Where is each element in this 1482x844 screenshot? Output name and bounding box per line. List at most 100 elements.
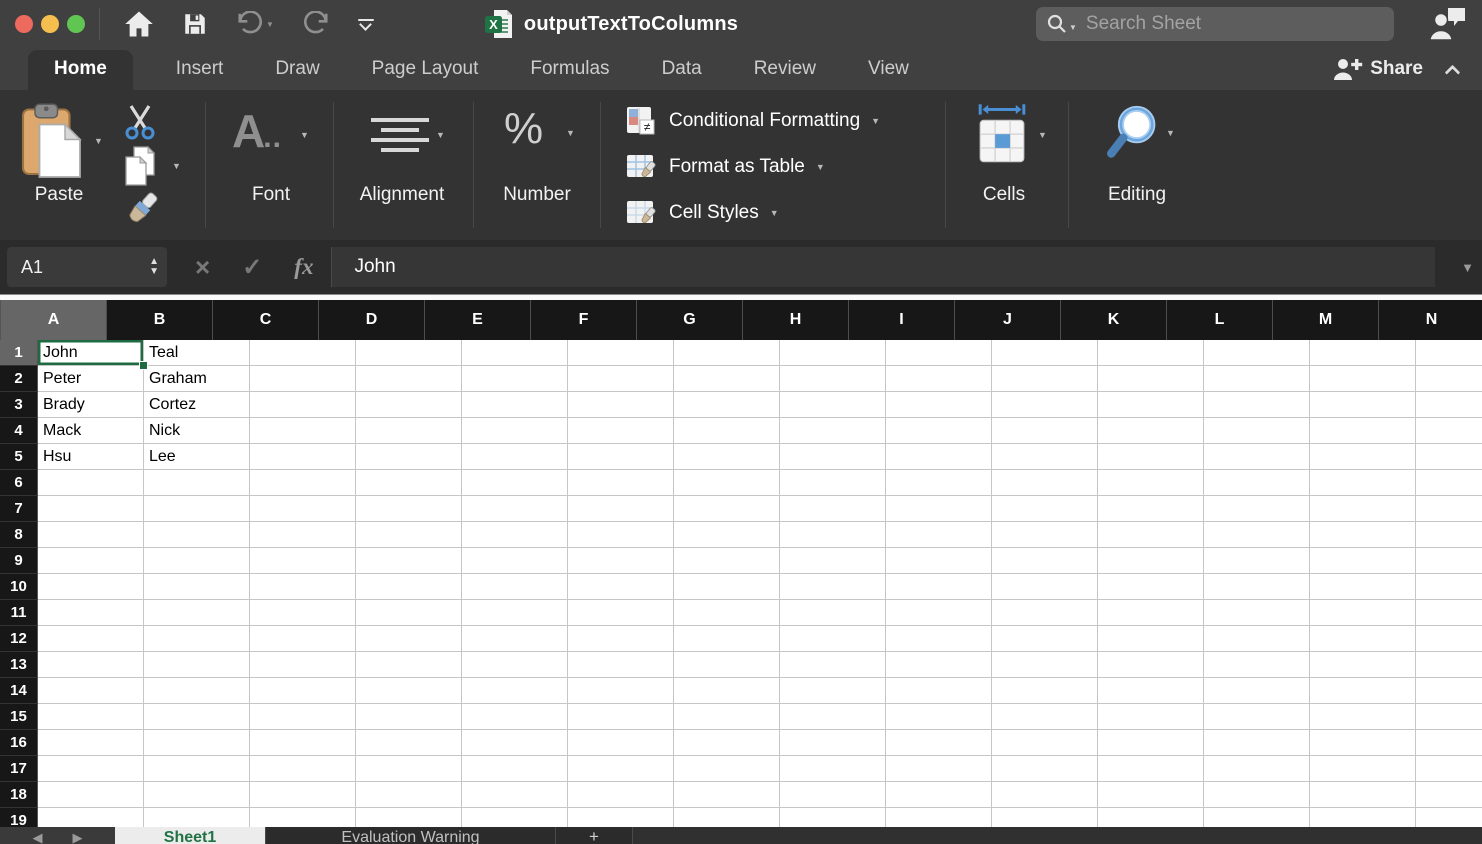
cell-F4[interactable] bbox=[568, 418, 674, 444]
cell-N14[interactable] bbox=[1416, 678, 1482, 704]
cell-H5[interactable] bbox=[780, 444, 886, 470]
cell-G8[interactable] bbox=[674, 522, 780, 548]
cell-D13[interactable] bbox=[356, 652, 462, 678]
cell-K5[interactable] bbox=[1098, 444, 1204, 470]
cell-K12[interactable] bbox=[1098, 626, 1204, 652]
cell-D16[interactable] bbox=[356, 730, 462, 756]
cell-E3[interactable] bbox=[462, 392, 568, 418]
redo-button[interactable] bbox=[288, 0, 344, 48]
cell-A10[interactable] bbox=[38, 574, 144, 600]
column-header-N[interactable]: N bbox=[1379, 300, 1482, 340]
cell-G13[interactable] bbox=[674, 652, 780, 678]
cell-M14[interactable] bbox=[1310, 678, 1416, 704]
cell-L10[interactable] bbox=[1204, 574, 1310, 600]
cell-E1[interactable] bbox=[462, 340, 568, 366]
cell-H8[interactable] bbox=[780, 522, 886, 548]
cell-C4[interactable] bbox=[250, 418, 356, 444]
cell-N5[interactable] bbox=[1416, 444, 1482, 470]
number-dropdown-icon[interactable]: ▼ bbox=[566, 128, 575, 138]
cell-G5[interactable] bbox=[674, 444, 780, 470]
cell-K10[interactable] bbox=[1098, 574, 1204, 600]
cell-B13[interactable] bbox=[144, 652, 250, 678]
cell-K9[interactable] bbox=[1098, 548, 1204, 574]
formula-input[interactable]: John bbox=[331, 247, 1435, 287]
cell-K8[interactable] bbox=[1098, 522, 1204, 548]
cell-H11[interactable] bbox=[780, 600, 886, 626]
cell-G15[interactable] bbox=[674, 704, 780, 730]
cell-N1[interactable] bbox=[1416, 340, 1482, 366]
cell-C11[interactable] bbox=[250, 600, 356, 626]
cell-N10[interactable] bbox=[1416, 574, 1482, 600]
cell-E4[interactable] bbox=[462, 418, 568, 444]
save-button[interactable] bbox=[168, 0, 222, 48]
cell-A14[interactable] bbox=[38, 678, 144, 704]
cell-D15[interactable] bbox=[356, 704, 462, 730]
cell-F14[interactable] bbox=[568, 678, 674, 704]
cell-E7[interactable] bbox=[462, 496, 568, 522]
cell-D12[interactable] bbox=[356, 626, 462, 652]
cell-H6[interactable] bbox=[780, 470, 886, 496]
cell-H15[interactable] bbox=[780, 704, 886, 730]
cell-I16[interactable] bbox=[886, 730, 992, 756]
cell-B6[interactable] bbox=[144, 470, 250, 496]
cell-I13[interactable] bbox=[886, 652, 992, 678]
cell-K7[interactable] bbox=[1098, 496, 1204, 522]
cell-I8[interactable] bbox=[886, 522, 992, 548]
cell-D8[interactable] bbox=[356, 522, 462, 548]
cell-F17[interactable] bbox=[568, 756, 674, 782]
font-dropdown-icon[interactable]: ▼ bbox=[300, 130, 309, 140]
cell-L12[interactable] bbox=[1204, 626, 1310, 652]
cell-M10[interactable] bbox=[1310, 574, 1416, 600]
cell-F1[interactable] bbox=[568, 340, 674, 366]
cell-L11[interactable] bbox=[1204, 600, 1310, 626]
cell-M16[interactable] bbox=[1310, 730, 1416, 756]
cell-L14[interactable] bbox=[1204, 678, 1310, 704]
zoom-window-button[interactable] bbox=[67, 15, 85, 33]
cut-button[interactable] bbox=[120, 100, 160, 144]
cell-I3[interactable] bbox=[886, 392, 992, 418]
cell-H17[interactable] bbox=[780, 756, 886, 782]
cell-E15[interactable] bbox=[462, 704, 568, 730]
column-header-H[interactable]: H bbox=[743, 300, 849, 340]
cell-D7[interactable] bbox=[356, 496, 462, 522]
fill-handle[interactable] bbox=[139, 361, 148, 370]
cell-J14[interactable] bbox=[992, 678, 1098, 704]
row-header-10[interactable]: 10 bbox=[0, 574, 38, 600]
cell-K16[interactable] bbox=[1098, 730, 1204, 756]
cell-B8[interactable] bbox=[144, 522, 250, 548]
search-input[interactable]: ▼ Search Sheet bbox=[1036, 7, 1394, 41]
tab-insert[interactable]: Insert bbox=[176, 50, 224, 90]
cell-L7[interactable] bbox=[1204, 496, 1310, 522]
cell-E5[interactable] bbox=[462, 444, 568, 470]
cell-D5[interactable] bbox=[356, 444, 462, 470]
tab-formulas[interactable]: Formulas bbox=[530, 50, 609, 90]
cell-L17[interactable] bbox=[1204, 756, 1310, 782]
column-header-A[interactable]: A bbox=[1, 300, 107, 340]
confirm-entry-icon[interactable]: ✓ bbox=[242, 253, 262, 282]
cell-E17[interactable] bbox=[462, 756, 568, 782]
column-header-J[interactable]: J bbox=[955, 300, 1061, 340]
cell-J3[interactable] bbox=[992, 392, 1098, 418]
cell-L15[interactable] bbox=[1204, 704, 1310, 730]
cell-H7[interactable] bbox=[780, 496, 886, 522]
column-header-K[interactable]: K bbox=[1061, 300, 1167, 340]
cell-C2[interactable] bbox=[250, 366, 356, 392]
cell-G10[interactable] bbox=[674, 574, 780, 600]
cell-G3[interactable] bbox=[674, 392, 780, 418]
cell-C6[interactable] bbox=[250, 470, 356, 496]
cell-E11[interactable] bbox=[462, 600, 568, 626]
cell-K17[interactable] bbox=[1098, 756, 1204, 782]
copy-button[interactable]: ▼ bbox=[120, 144, 181, 188]
cell-G18[interactable] bbox=[674, 782, 780, 808]
copy-dropdown-icon[interactable]: ▼ bbox=[172, 161, 181, 171]
cell-A4[interactable]: Mack bbox=[38, 418, 144, 444]
cell-I14[interactable] bbox=[886, 678, 992, 704]
cell-C3[interactable] bbox=[250, 392, 356, 418]
cell-G14[interactable] bbox=[674, 678, 780, 704]
paste-button[interactable]: ▼ bbox=[20, 102, 103, 180]
cell-G16[interactable] bbox=[674, 730, 780, 756]
cell-K11[interactable] bbox=[1098, 600, 1204, 626]
cell-D6[interactable] bbox=[356, 470, 462, 496]
column-header-L[interactable]: L bbox=[1167, 300, 1273, 340]
cell-H10[interactable] bbox=[780, 574, 886, 600]
